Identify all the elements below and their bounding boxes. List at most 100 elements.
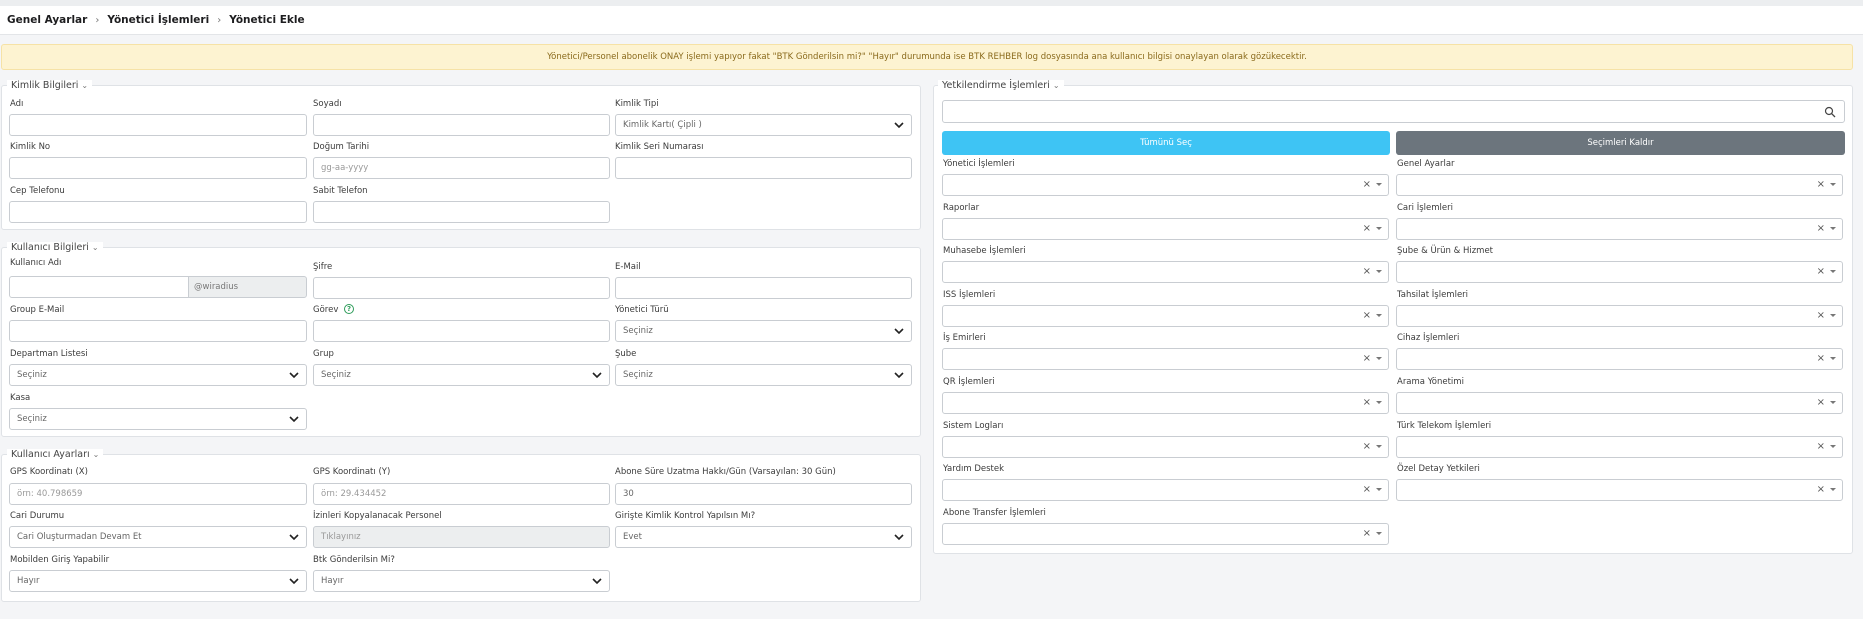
gps-y-input[interactable]: örn: 29.434452 — [313, 483, 610, 505]
sube-select[interactable]: Seçiniz — [615, 364, 912, 386]
adi-label: Adı — [10, 99, 24, 109]
yetki-search-input[interactable] — [942, 100, 1845, 123]
clear-icon[interactable]: × — [1363, 484, 1371, 495]
clear-icon[interactable]: × — [1363, 310, 1371, 321]
caret-down-icon[interactable] — [1376, 270, 1382, 273]
giriste-kimlik-select[interactable]: Evet — [615, 526, 912, 548]
caret-down-icon[interactable] — [1830, 357, 1836, 360]
yetki-group-multiselect[interactable]: × — [942, 523, 1389, 545]
caret-down-icon[interactable] — [1376, 314, 1382, 317]
uzatma-label: Abone Süre Uzatma Hakkı/Gün (Varsayılan:… — [615, 467, 836, 477]
caret-down-icon[interactable] — [1830, 270, 1836, 273]
caret-down-icon[interactable] — [1830, 445, 1836, 448]
kasa-select[interactable]: Seçiniz — [9, 408, 307, 430]
select-all-button[interactable]: Tümünü Seç — [942, 131, 1390, 155]
clear-icon[interactable]: × — [1817, 397, 1825, 408]
cep-telefonu-input[interactable] — [9, 201, 307, 223]
clear-icon[interactable]: × — [1363, 528, 1371, 539]
sabit-telefon-input[interactable] — [313, 201, 610, 223]
adi-input[interactable] — [9, 114, 307, 136]
soyadi-input[interactable] — [313, 114, 610, 136]
yetki-group-multiselect[interactable]: × — [942, 261, 1389, 283]
yetki-group-multiselect[interactable]: × — [942, 174, 1389, 196]
caret-down-icon[interactable] — [1376, 183, 1382, 186]
yonetici-turu-select[interactable]: Seçiniz — [615, 320, 912, 342]
caret-down-icon[interactable] — [1830, 183, 1836, 186]
clear-selection-button[interactable]: Seçimleri Kaldır — [1396, 131, 1845, 155]
yetki-group-multiselect[interactable]: × — [1396, 305, 1843, 327]
btk-select[interactable]: Hayır — [313, 570, 610, 592]
caret-down-icon[interactable] — [1830, 401, 1836, 404]
caret-down-icon[interactable] — [1376, 445, 1382, 448]
yetki-group-multiselect[interactable]: × — [942, 392, 1389, 414]
help-icon[interactable]: ? — [344, 304, 354, 314]
soyadi-label: Soyadı — [313, 99, 342, 109]
yetkilendirme-title: Yetkilendirme İşlemleri — [942, 80, 1050, 91]
clear-icon[interactable]: × — [1363, 353, 1371, 364]
caret-down-icon[interactable] — [1830, 488, 1836, 491]
kimlik-tipi-select[interactable]: Kimlik Kartı( Çipli ) — [615, 114, 912, 136]
kullanici-ayarlari-title: Kullanıcı Ayarları — [11, 449, 90, 460]
kullanici-bilgileri-legend[interactable]: Kullanıcı Bilgileri ⌄ — [7, 242, 103, 253]
yetki-group-multiselect[interactable]: × — [1396, 479, 1843, 501]
caret-down-icon[interactable] — [1376, 227, 1382, 230]
izinleri-input[interactable]: Tıklayınız — [313, 526, 610, 548]
yetki-group-multiselect[interactable]: × — [942, 479, 1389, 501]
breadcrumb-item-genel-ayarlar[interactable]: Genel Ayarlar — [7, 14, 87, 26]
kimlik-seri-input[interactable] — [615, 157, 912, 179]
group-email-input[interactable] — [9, 320, 307, 342]
clear-icon[interactable]: × — [1363, 441, 1371, 452]
yetki-group-label: Cihaz İşlemleri — [1397, 333, 1460, 343]
caret-down-icon[interactable] — [1376, 488, 1382, 491]
yetki-group-multiselect[interactable]: × — [942, 348, 1389, 370]
yetki-group-label: ISS İşlemleri — [943, 290, 996, 300]
gps-x-input[interactable]: örn: 40.798659 — [9, 483, 307, 505]
izinleri-value: Tıklayınız — [321, 532, 361, 542]
chevron-down-icon: ⌄ — [81, 81, 89, 90]
mobilden-select[interactable]: Hayır — [9, 570, 307, 592]
yetki-group-label: Yönetici İşlemleri — [943, 159, 1015, 169]
caret-down-icon[interactable] — [1376, 401, 1382, 404]
clear-icon[interactable]: × — [1817, 179, 1825, 190]
caret-down-icon[interactable] — [1376, 532, 1382, 535]
clear-icon[interactable]: × — [1817, 310, 1825, 321]
clear-icon[interactable]: × — [1817, 353, 1825, 364]
departman-select[interactable]: Seçiniz — [9, 364, 307, 386]
yetki-group-label: Tahsilat İşlemleri — [1397, 290, 1469, 300]
clear-icon[interactable]: × — [1363, 397, 1371, 408]
yetkilendirme-legend[interactable]: Yetkilendirme İşlemleri ⌄ — [938, 80, 1064, 91]
kimlik-bilgileri-legend[interactable]: Kimlik Bilgileri ⌄ — [7, 80, 93, 91]
clear-icon[interactable]: × — [1363, 266, 1371, 277]
clear-icon[interactable]: × — [1363, 223, 1371, 234]
yetki-group-multiselect[interactable]: × — [942, 218, 1389, 240]
clear-icon[interactable]: × — [1817, 484, 1825, 495]
breadcrumb-item-yonetici-islemleri[interactable]: Yönetici İşlemleri — [107, 14, 209, 26]
cari-durumu-select[interactable]: Cari Oluşturmadan Devam Et — [9, 526, 307, 548]
yetki-group-multiselect[interactable]: × — [1396, 392, 1843, 414]
grup-select[interactable]: Seçiniz — [313, 364, 610, 386]
clear-icon[interactable]: × — [1817, 223, 1825, 234]
clear-icon[interactable]: × — [1817, 266, 1825, 277]
btk-value: Hayır — [321, 576, 344, 586]
yetki-group-multiselect[interactable]: × — [1396, 218, 1843, 240]
caret-down-icon[interactable] — [1830, 314, 1836, 317]
sifre-input[interactable] — [313, 277, 610, 299]
clear-icon[interactable]: × — [1363, 179, 1371, 190]
caret-down-icon[interactable] — [1830, 227, 1836, 230]
kullanici-adi-input[interactable] — [9, 276, 189, 298]
clear-icon[interactable]: × — [1817, 441, 1825, 452]
uzatma-input[interactable]: 30 — [615, 483, 912, 505]
yetki-group-multiselect[interactable]: × — [942, 436, 1389, 458]
cep-telefonu-label: Cep Telefonu — [10, 186, 65, 196]
yetki-group-multiselect[interactable]: × — [942, 305, 1389, 327]
kullanici-ayarlari-legend[interactable]: Kullanıcı Ayarları ⌄ — [7, 449, 104, 460]
dogum-tarihi-input[interactable]: gg-aa-yyyy — [313, 157, 610, 179]
yetki-group-multiselect[interactable]: × — [1396, 436, 1843, 458]
yetki-group-multiselect[interactable]: × — [1396, 348, 1843, 370]
yetki-group-multiselect[interactable]: × — [1396, 261, 1843, 283]
kimlik-no-input[interactable] — [9, 157, 307, 179]
email-input[interactable] — [615, 277, 912, 299]
gorev-input[interactable] — [313, 320, 610, 342]
caret-down-icon[interactable] — [1376, 357, 1382, 360]
yetki-group-multiselect[interactable]: × — [1396, 174, 1843, 196]
